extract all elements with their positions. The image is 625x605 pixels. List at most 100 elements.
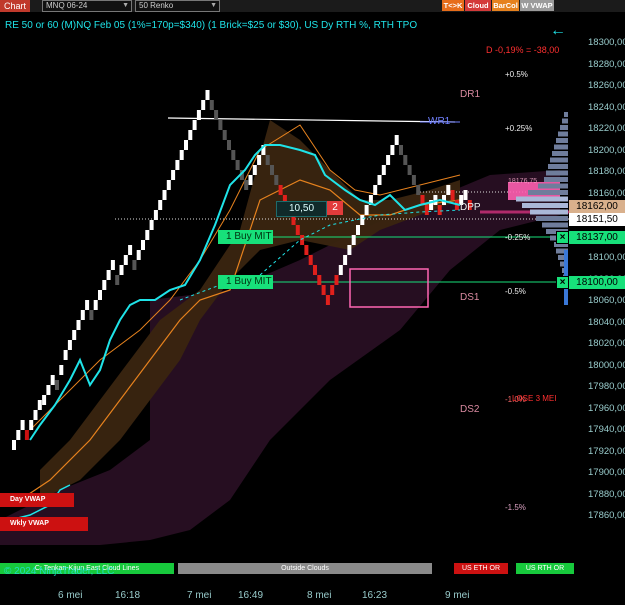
volume-profile-bar (516, 196, 568, 202)
renko-brick (136, 250, 141, 260)
renko-brick (93, 300, 98, 310)
day-vwap-tag: Day VWAP (0, 493, 74, 507)
renko-brick (295, 225, 300, 235)
renko-brick (115, 275, 120, 285)
tpo-label: 18176,75 (508, 178, 538, 185)
renko-brick (192, 120, 197, 130)
volume-profile-bar (536, 216, 568, 221)
outside-clouds-status: Outside Clouds (178, 563, 432, 574)
volume-profile-bar (548, 164, 568, 169)
price-axis-label: 18200,00 (588, 144, 625, 156)
renko-brick (403, 155, 408, 165)
renko-brick (446, 185, 451, 195)
renko-brick (278, 185, 283, 195)
us-rth-or-status: US RTH OR (516, 563, 574, 574)
renko-brick (334, 275, 339, 285)
volume-profile-bar (530, 209, 568, 215)
renko-brick (351, 235, 356, 245)
renko-brick (67, 340, 72, 350)
time-label: 16:49 (238, 590, 264, 601)
copyright-text: © 2024 NinjaTrader, LLC (4, 566, 115, 577)
renko-brick (132, 260, 137, 270)
renko-brick (20, 420, 25, 430)
renko-brick (29, 420, 34, 430)
renko-brick (162, 190, 167, 200)
indicator-status-line: RE 50 or 60 (M)NQ Feb 05 (1%=170p=$340) … (5, 20, 418, 31)
dpp-label: DPP (460, 202, 481, 213)
renko-brick (149, 220, 154, 230)
price-axis-label: 18240,00 (588, 101, 625, 113)
renko-brick (24, 430, 29, 440)
time-label: 6 mei (58, 590, 83, 601)
renko-brick (437, 205, 442, 215)
price-axis-label: 18100,00 (588, 252, 625, 263)
price-axis-label: 18260,00 (588, 80, 625, 91)
time-label: 9 mei (445, 590, 470, 601)
renko-brick (270, 165, 274, 175)
renko-brick (227, 140, 231, 150)
renko-brick (235, 160, 240, 170)
renko-brick (214, 110, 219, 120)
renko-brick (119, 265, 124, 275)
renko-brick (313, 265, 317, 275)
volume-profile-bar (546, 170, 568, 176)
renko-brick (128, 245, 133, 255)
price-axis-label: 18300,00 (588, 37, 625, 48)
price-axis-label: 17920,00 (588, 445, 625, 457)
renko-brick (209, 100, 214, 110)
renko-brick (46, 385, 51, 395)
renko-brick (343, 255, 348, 265)
renko-brick (50, 375, 55, 385)
cancel-order-icon[interactable]: × (556, 231, 569, 244)
renko-brick (394, 135, 399, 145)
time-label: 16:23 (362, 590, 388, 601)
buy-mit-order[interactable]: 1 Buy MIT (218, 275, 273, 289)
value-box: 10,50 (276, 201, 327, 217)
price-axis-label: 17940,00 (588, 424, 625, 435)
renko-brick (304, 245, 309, 255)
price-badge: 18162,00 (569, 200, 625, 213)
renko-brick (188, 130, 193, 140)
renko-brick (37, 400, 42, 410)
dr1-label: DR1 (460, 89, 481, 100)
renko-brick (317, 275, 322, 285)
price-chart[interactable] (0, 0, 625, 605)
renko-brick (416, 185, 421, 195)
price-axis-label: 18180,00 (588, 166, 625, 177)
price-axis-label: 17980,00 (588, 381, 625, 392)
renko-brick (257, 155, 262, 165)
volume-profile-bar (554, 144, 568, 150)
price-axis-label: 18000,00 (588, 359, 625, 371)
volume-profile-bar (542, 222, 568, 228)
renko-brick (386, 155, 391, 165)
renko-brick (321, 285, 326, 295)
renko-brick (196, 110, 201, 120)
renko-brick (373, 185, 378, 195)
renko-brick (300, 235, 305, 245)
renko-brick (179, 150, 184, 160)
buy-mit-order[interactable]: 1 Buy MIT (218, 230, 273, 244)
renko-brick (12, 440, 16, 450)
price-badge: 18137,00 (569, 231, 625, 244)
renko-brick (411, 175, 416, 185)
time-label: 7 mei (187, 590, 212, 601)
back-arrow-icon[interactable]: ← (550, 23, 566, 39)
renko-brick (274, 175, 279, 185)
price-axis-label: 17900,00 (588, 467, 625, 478)
volume-profile-bar (556, 138, 568, 143)
renko-brick (377, 175, 382, 185)
renko-brick (231, 150, 236, 160)
renko-brick (89, 310, 94, 320)
cancel-order-icon[interactable]: × (556, 276, 569, 289)
renko-brick (308, 255, 313, 265)
renko-brick (98, 290, 102, 300)
ds2-label: DS2 (460, 404, 480, 415)
renko-brick (76, 320, 81, 330)
renko-brick (184, 140, 188, 150)
renko-brick (381, 165, 386, 175)
renko-brick (42, 395, 47, 405)
price-badge: 18151,50 (569, 213, 625, 226)
renko-brick (347, 245, 352, 255)
renko-brick (248, 175, 253, 185)
price-axis-label: 17960,00 (588, 402, 625, 414)
